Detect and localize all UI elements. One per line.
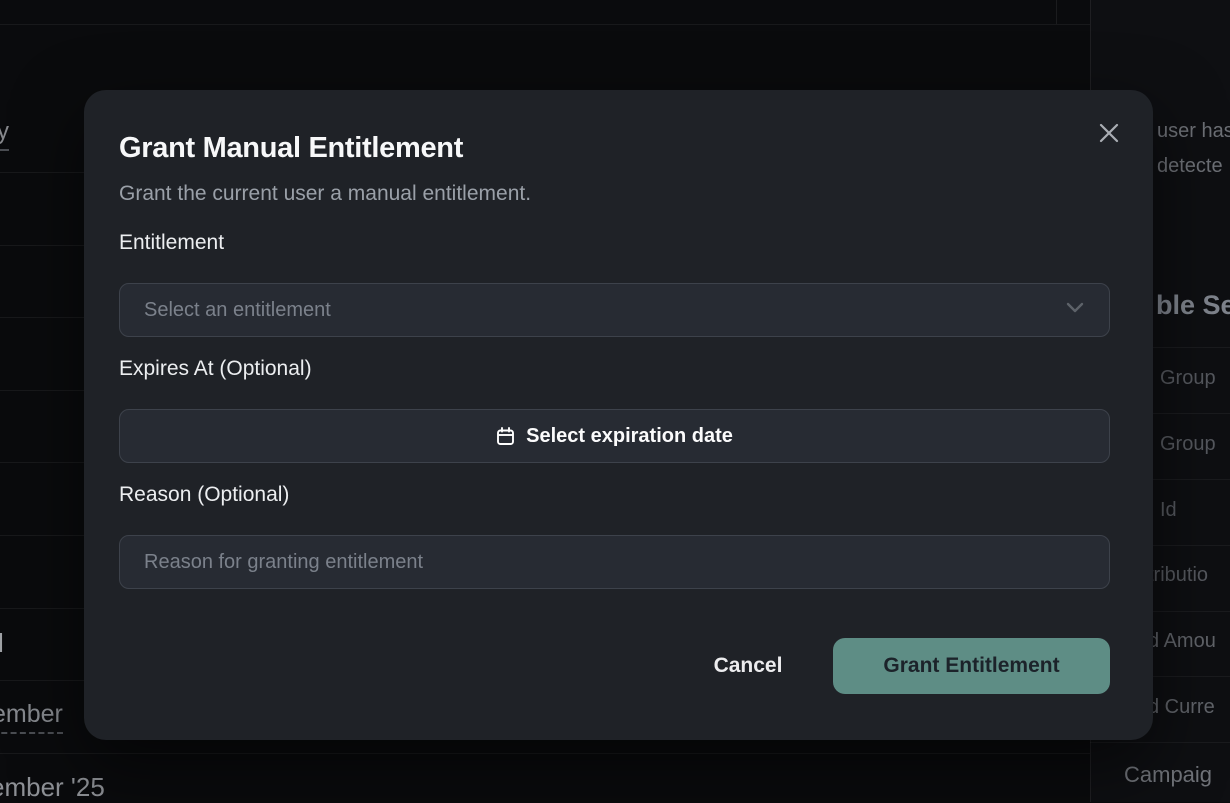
reason-label: Reason (Optional): [119, 483, 289, 507]
entitlement-label: Entitlement: [119, 231, 224, 255]
panel-row-fragment: Campaig: [1124, 762, 1212, 788]
table-cell-fragment: ember '25: [0, 772, 105, 803]
reason-input[interactable]: [120, 536, 1109, 588]
cancel-button[interactable]: Cancel: [668, 638, 828, 694]
chevron-down-icon: [1065, 301, 1085, 319]
table-divider: [0, 24, 1090, 25]
close-button[interactable]: [1094, 119, 1124, 149]
column-divider: [1056, 0, 1057, 24]
grant-entitlement-button[interactable]: Grant Entitlement: [833, 638, 1110, 694]
panel-text-fragment: detecte: [1157, 155, 1223, 178]
entitlement-select[interactable]: Select an entitlement: [119, 283, 1110, 337]
dialog-subtitle: Grant the current user a manual entitlem…: [119, 182, 531, 206]
panel-row-fragment: d Curre: [1148, 696, 1215, 719]
panel-row-fragment: tributio: [1148, 564, 1208, 587]
grant-manual-entitlement-dialog: Grant Manual Entitlement Grant the curre…: [84, 90, 1153, 740]
reason-field-container: [119, 535, 1110, 589]
entitlement-select-placeholder: Select an entitlement: [144, 299, 1065, 322]
expiration-date-picker-button[interactable]: Select expiration date: [119, 409, 1110, 463]
expires-at-label: Expires At (Optional): [119, 357, 312, 381]
panel-row-fragment: Group: [1160, 367, 1216, 390]
table-cell-fragment: ember: [0, 700, 63, 734]
panel-heading-fragment: ble Se: [1156, 290, 1230, 321]
table-cell-fragment: l: [0, 628, 4, 659]
panel-row-fragment: d Amou: [1148, 630, 1216, 653]
panel-row-fragment: Group: [1160, 433, 1216, 456]
table-cell-fragment: y: [0, 118, 9, 151]
panel-text-fragment: user has: [1157, 120, 1230, 143]
panel-row-divider: [1090, 742, 1230, 743]
close-icon: [1098, 122, 1120, 147]
calendar-icon: [496, 427, 515, 446]
expiration-date-picker-label: Select expiration date: [526, 425, 733, 448]
dialog-title: Grant Manual Entitlement: [119, 132, 463, 165]
panel-row-fragment: Id: [1160, 499, 1177, 522]
table-divider: [0, 753, 1090, 754]
